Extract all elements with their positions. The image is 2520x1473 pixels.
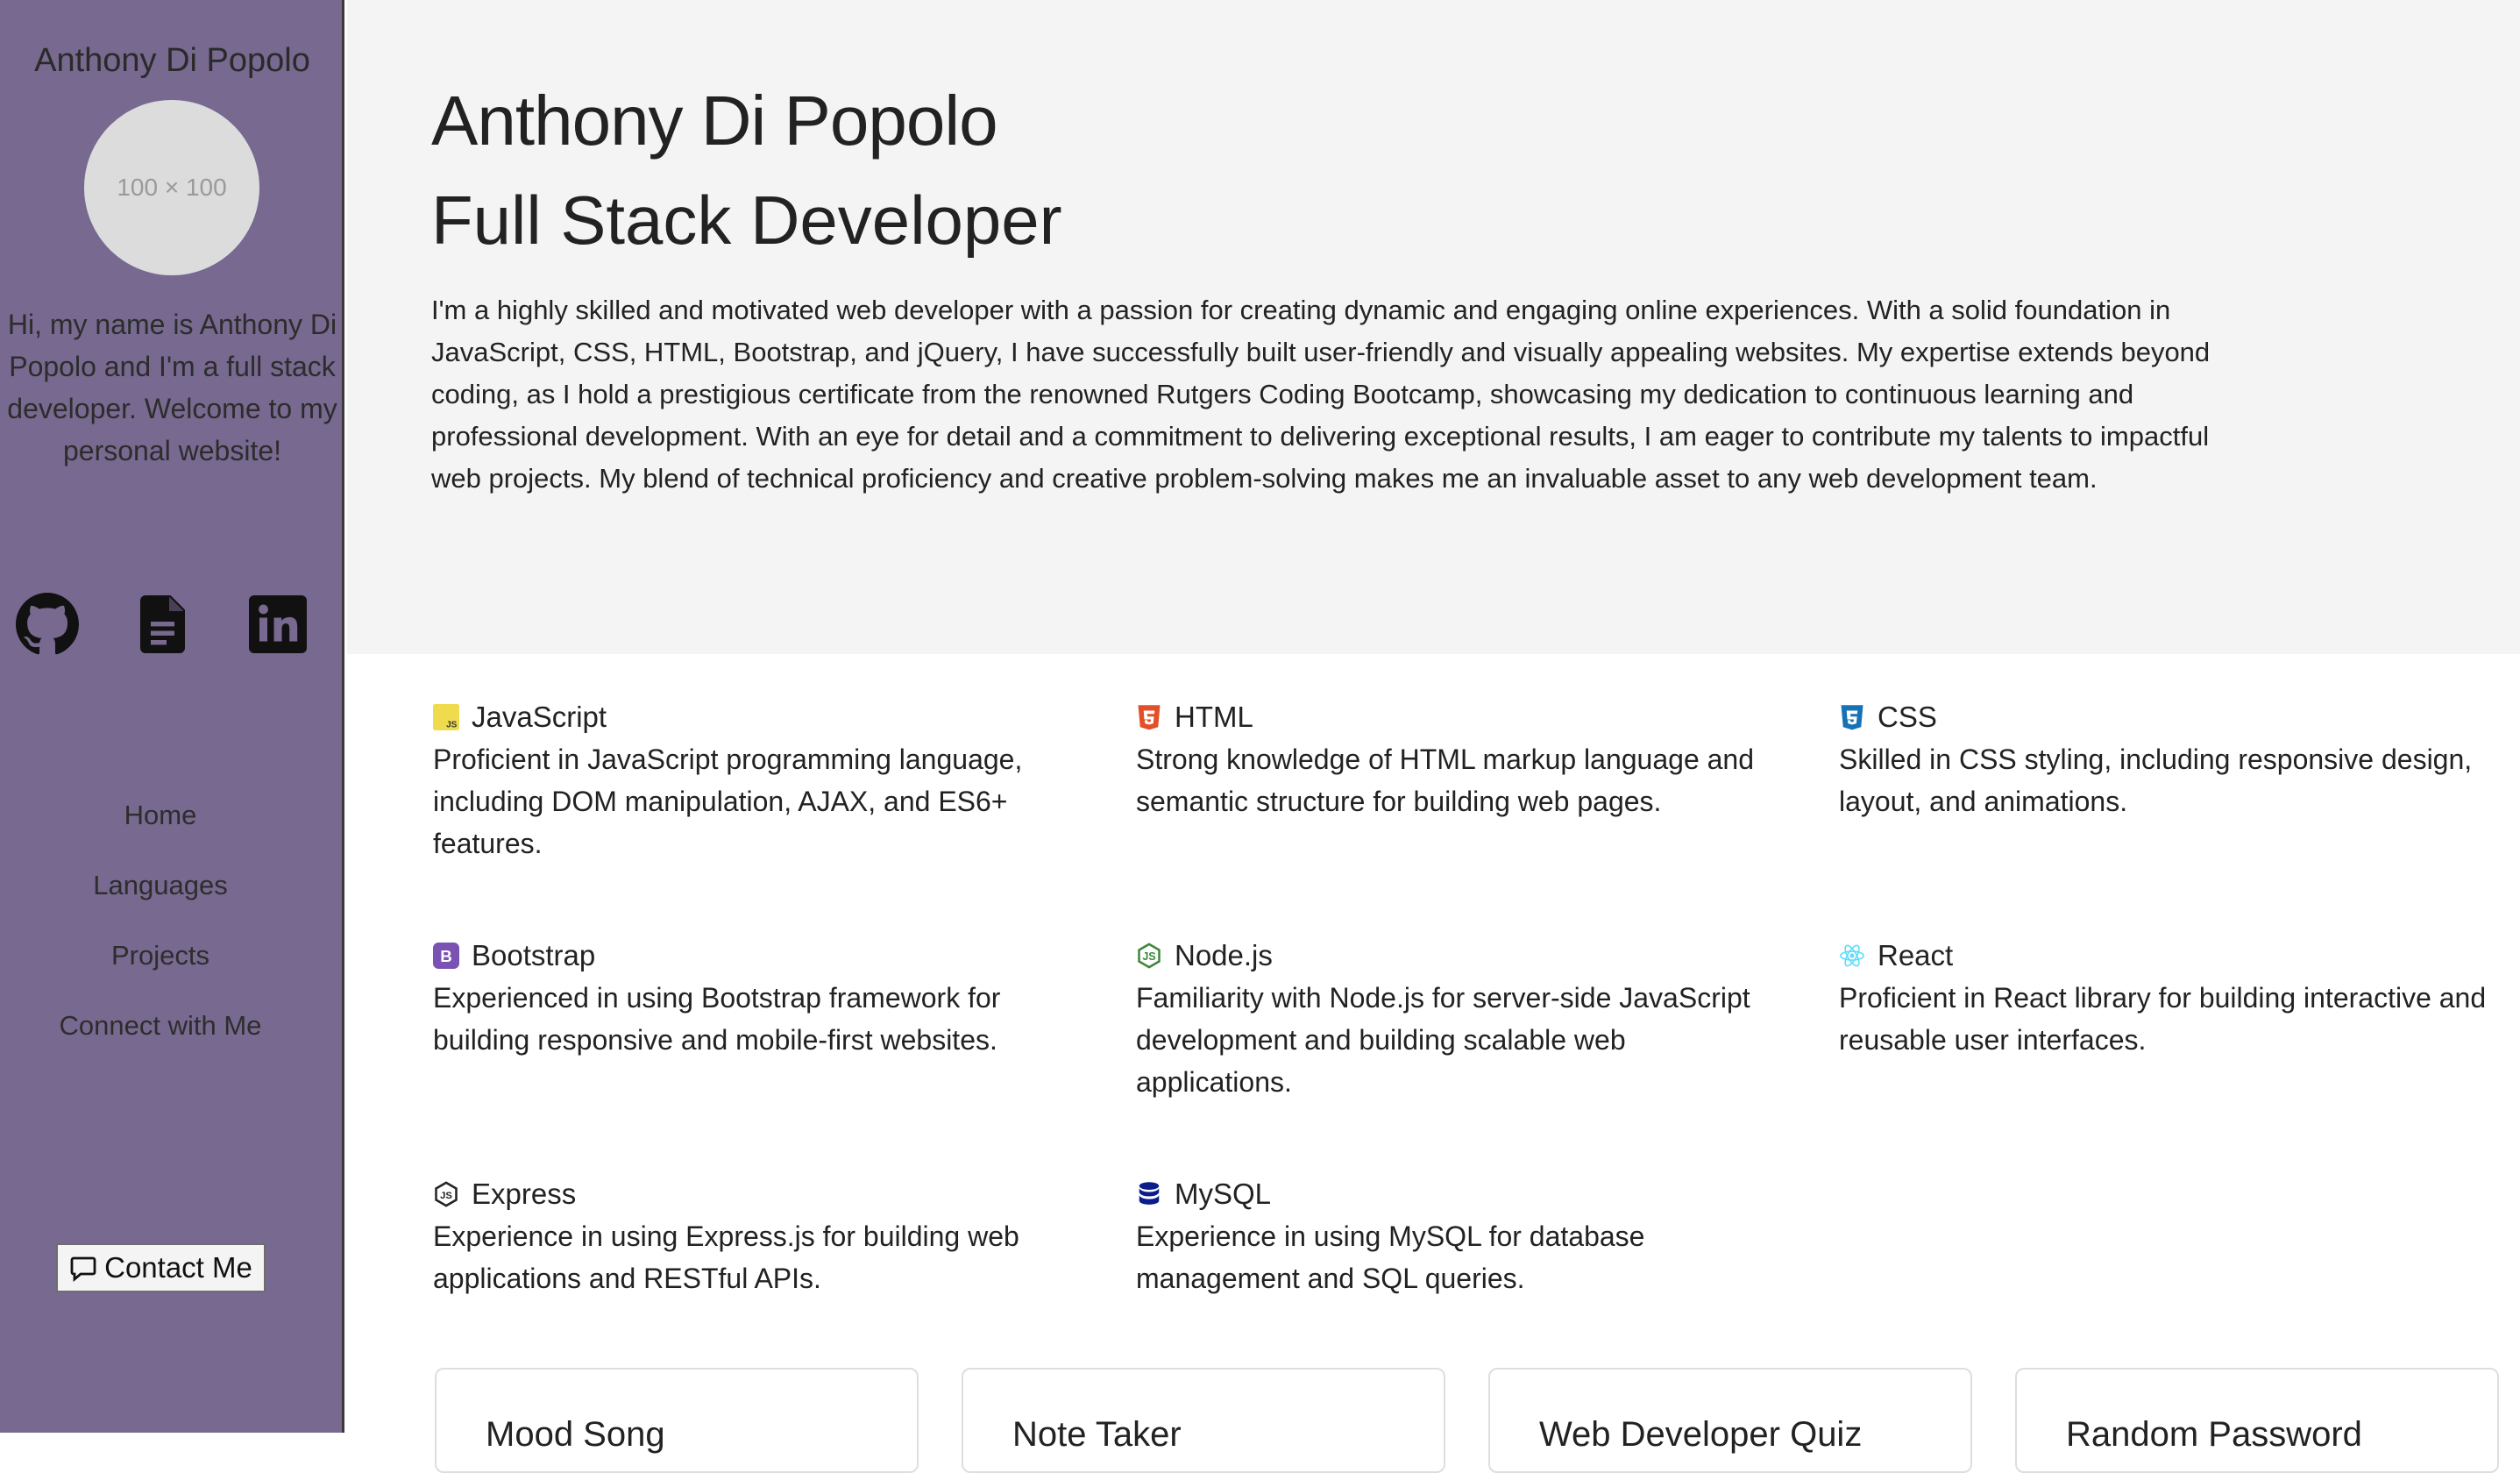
skill-desc: Proficient in JavaScript programming lan… (433, 744, 1023, 859)
svg-text:JS: JS (446, 720, 458, 729)
project-title: Note Taker (1012, 1415, 1182, 1454)
skill-desc: Strong knowledge of HTML markup language… (1136, 744, 1755, 817)
skill-express: JS Express Experience in using Express.j… (433, 1173, 1082, 1299)
project-card[interactable]: Random Password (2015, 1368, 2499, 1473)
hero-section: Anthony Di Popolo Full Stack Developer I… (347, 0, 2520, 654)
github-icon (16, 593, 79, 655)
hero-role: Full Stack Developer (431, 181, 1062, 259)
skill-name: CSS (1878, 701, 1937, 733)
svg-text:JS: JS (440, 1191, 452, 1201)
avatar-placeholder-text: 100 × 100 (117, 174, 227, 201)
sidebar-bio: Hi, my name is Anthony Di Popolo and I'm… (7, 309, 337, 466)
project-title: Web Developer Quiz (1539, 1415, 1863, 1454)
skill-html: HTML Strong knowledge of HTML markup lan… (1136, 696, 1785, 822)
javascript-icon: JS (433, 704, 459, 730)
skill-bootstrap: B Bootstrap Experienced in using Bootstr… (433, 935, 1082, 1061)
hero-about: I'm a highly skilled and motivated web d… (431, 295, 2211, 494)
project-card[interactable]: Web Developer Quiz (1488, 1368, 1972, 1473)
express-icon: JS (433, 1181, 459, 1207)
file-text-icon (140, 595, 185, 653)
chat-icon (70, 1256, 96, 1282)
nav-connect[interactable]: Connect with Me (0, 1005, 321, 1075)
database-icon (1136, 1181, 1162, 1207)
resume-link[interactable] (132, 593, 195, 656)
skill-css: CSS Skilled in CSS styling, including re… (1839, 696, 2488, 822)
nav-languages[interactable]: Languages (0, 865, 321, 935)
skill-desc: Experience in using MySQL for database m… (1136, 1220, 1645, 1294)
skill-desc: Skilled in CSS styling, including respon… (1839, 744, 2473, 817)
skill-mysql: MySQL Experience in using MySQL for data… (1136, 1173, 1785, 1299)
sidebar-nav: Home Languages Projects Connect with Me (0, 794, 321, 1075)
sidebar-name: Anthony Di Popolo (34, 42, 310, 79)
svg-text:JS: JS (1142, 950, 1155, 963)
skill-react: React Proficient in React library for bu… (1839, 935, 2488, 1061)
skill-name: HTML (1175, 701, 1253, 733)
react-icon (1839, 943, 1865, 969)
nodejs-icon: JS (1136, 943, 1162, 969)
project-card[interactable]: Note Taker (962, 1368, 1445, 1473)
skill-desc: Experienced in using Bootstrap framework… (433, 982, 1001, 1056)
project-title: Mood Song (486, 1415, 665, 1454)
skill-name: JavaScript (472, 701, 607, 733)
avatar: 100 × 100 (84, 100, 259, 275)
hero-name: Anthony Di Popolo (431, 82, 998, 160)
skill-nodejs: JS Node.js Familiarity with Node.js for … (1136, 935, 1785, 1103)
nav-projects[interactable]: Projects (0, 935, 321, 1005)
html5-icon (1136, 704, 1162, 730)
skill-name: React (1878, 939, 1954, 971)
skill-desc: Proficient in React library for building… (1839, 982, 2487, 1056)
nav-home[interactable]: Home (0, 794, 321, 865)
bootstrap-icon: B (433, 943, 459, 969)
skill-name: MySQL (1175, 1178, 1272, 1210)
project-card[interactable]: Mood Song (435, 1368, 919, 1473)
linkedin-link[interactable] (246, 593, 309, 656)
skill-javascript: JS JavaScript Proficient in JavaScript p… (433, 696, 1082, 865)
skill-name: Node.js (1175, 939, 1273, 971)
skill-name: Express (472, 1178, 577, 1210)
github-link[interactable] (16, 593, 79, 656)
skill-name: Bootstrap (472, 939, 596, 971)
linkedin-icon (249, 595, 307, 653)
svg-text:B: B (440, 947, 452, 965)
sidebar: Anthony Di Popolo 100 × 100 Hi, my name … (0, 0, 344, 1433)
skill-desc: Familiarity with Node.js for server-side… (1136, 982, 1750, 1098)
contact-me-button[interactable]: Contact Me (56, 1243, 266, 1292)
css3-icon (1839, 704, 1865, 730)
contact-me-label: Contact Me (104, 1251, 252, 1284)
skill-desc: Experience in using Express.js for build… (433, 1220, 1019, 1294)
project-title: Random Password (2066, 1415, 2362, 1454)
